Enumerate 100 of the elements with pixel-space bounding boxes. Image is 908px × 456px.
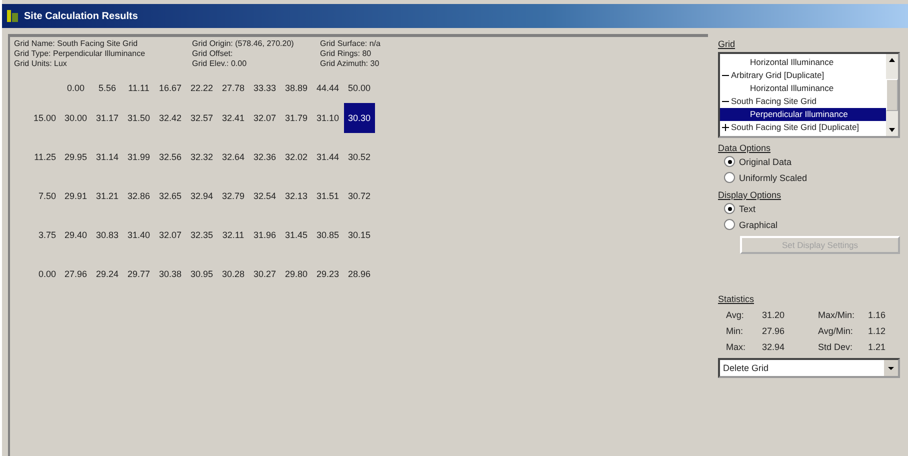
grid-value-cell[interactable]: 30.27 <box>249 258 280 288</box>
grid-value-cell[interactable]: 29.77 <box>123 258 154 288</box>
grid-value-cell[interactable]: 27.96 <box>60 258 92 288</box>
grid-value-cell[interactable]: 32.54 <box>249 180 280 210</box>
grid-info-text: Grid Azimuth: 30 <box>320 59 380 68</box>
radio-button[interactable] <box>724 156 735 167</box>
x-coordinate-label: 16.67 <box>158 82 183 95</box>
y-coordinate-label: 3.75 <box>37 230 57 240</box>
x-coordinate-label: 33.33 <box>252 82 278 95</box>
grid-value-cell[interactable]: 30.83 <box>92 220 123 250</box>
grid-value-cell[interactable]: 29.91 <box>60 180 92 210</box>
statistic-label: Max/Min: <box>818 310 856 320</box>
grid-value-cell[interactable]: 32.07 <box>154 220 186 250</box>
statistic-label: Avg/Min: <box>818 326 854 336</box>
statistic-label: Max: <box>726 342 747 352</box>
grid-value-cell[interactable]: 29.80 <box>280 258 312 288</box>
radio-button[interactable] <box>724 172 735 183</box>
radio-option[interactable]: Uniformly Scaled <box>724 172 808 183</box>
statistic-value: 27.96 <box>762 326 786 336</box>
grid-value-cell[interactable]: 31.79 <box>280 102 312 132</box>
x-coordinate-label: 44.44 <box>315 82 340 95</box>
grid-value-cell[interactable]: 29.23 <box>312 258 344 288</box>
grid-value-cell[interactable]: 29.40 <box>60 220 92 250</box>
grid-value-cell[interactable]: 32.35 <box>186 220 218 250</box>
grid-info-text: Grid Type: Perpendicular Illuminance <box>14 49 146 58</box>
y-coordinate-label: 11.25 <box>33 152 57 162</box>
grid-value-cell[interactable]: 31.96 <box>249 220 280 250</box>
grid-value-cell[interactable]: 32.94 <box>186 180 218 210</box>
radio-option[interactable]: Original Data <box>724 156 792 167</box>
grid-value-cell[interactable]: 29.95 <box>60 142 92 172</box>
x-coordinate-label: 11.11 <box>127 82 150 95</box>
statistic-label: Avg: <box>726 310 745 320</box>
grid-value-cell[interactable]: 28.96 <box>344 258 375 288</box>
grid-info-text: Grid Name: South Facing Site Grid <box>14 39 139 48</box>
statistic-value: 1.21 <box>868 342 887 352</box>
grid-value-cell[interactable]: 32.79 <box>218 180 249 210</box>
grid-value-cell[interactable]: 30.85 <box>312 220 344 250</box>
grid-value-cell[interactable]: 31.14 <box>92 142 123 172</box>
grid-info-text: Grid Units: Lux <box>14 59 68 68</box>
radio-button[interactable] <box>724 203 735 214</box>
action-dropdown[interactable]: Delete Grid <box>718 358 900 378</box>
section-label: Display Options <box>718 190 782 200</box>
tree-item[interactable]: Horizontal Illuminance <box>720 56 886 69</box>
grid-value-cell[interactable]: 32.07 <box>249 102 280 132</box>
grid-value-cell[interactable]: 32.02 <box>280 142 312 172</box>
grid-value-cell[interactable]: 32.13 <box>280 180 312 210</box>
grid-value-cell[interactable]: 31.17 <box>92 102 123 132</box>
grid-value-cell[interactable]: 30.00 <box>60 102 92 132</box>
grid-value-cell[interactable]: 32.36 <box>249 142 280 172</box>
scrollbar[interactable] <box>886 54 898 136</box>
grid-value-cell[interactable]: 31.40 <box>123 220 154 250</box>
radio-option[interactable]: Graphical <box>724 219 778 230</box>
grid-value-cell[interactable]: 29.24 <box>92 258 123 288</box>
x-coordinate-label: 5.56 <box>97 82 118 95</box>
y-coordinate-label: 15.00 <box>32 112 57 122</box>
grid-value-cell[interactable]: 30.72 <box>344 180 375 210</box>
grid-value-cell[interactable]: 31.21 <box>92 180 123 210</box>
radio-option[interactable]: Text <box>724 203 756 214</box>
x-coordinate-label: 22.22 <box>189 82 214 95</box>
y-coordinate-label: 0.00 <box>37 268 57 278</box>
grid-value-cell[interactable]: 32.56 <box>154 142 186 172</box>
grid-value-cell[interactable]: 32.41 <box>218 102 249 132</box>
statistic-value: 32.94 <box>762 342 786 352</box>
grid-value-cell[interactable]: 30.28 <box>218 258 249 288</box>
x-coordinate-label: 0.00 <box>66 82 86 95</box>
grid-value-cell[interactable]: 31.51 <box>312 180 344 210</box>
grid-value-cell[interactable]: 30.52 <box>344 142 375 172</box>
grid-value-cell[interactable]: 30.38 <box>154 258 186 288</box>
grid-info-text: Grid Elev.: 0.00 <box>192 59 248 68</box>
grid-value-cell[interactable]: 30.30 <box>344 102 375 132</box>
grid-value-cell[interactable]: 30.15 <box>344 220 375 250</box>
tree-item[interactable]: Horizontal Illuminance <box>720 82 886 95</box>
grid-value-cell[interactable]: 31.10 <box>312 102 344 132</box>
grid-value-cell[interactable]: 31.50 <box>123 102 154 132</box>
tree-item[interactable]: South Facing Site Grid <box>720 95 886 108</box>
grid-value-cell[interactable]: 32.42 <box>154 102 186 132</box>
tree-item[interactable]: Perpendicular Illuminance <box>720 108 886 121</box>
grid-info-text: Grid Rings: 80 <box>320 49 372 58</box>
grid-value-cell[interactable]: 32.64 <box>218 142 249 172</box>
grid-value-cell[interactable]: 32.32 <box>186 142 218 172</box>
tree-item[interactable]: Arbitrary Grid [Duplicate] <box>720 69 886 82</box>
x-coordinate-label: 38.89 <box>284 82 309 95</box>
statistic-value: 1.12 <box>868 326 887 336</box>
grid-info-text: Grid Surface: n/a <box>320 39 382 48</box>
grid-value-cell[interactable]: 31.45 <box>280 220 312 250</box>
grid-value-cell[interactable]: 30.95 <box>186 258 218 288</box>
grid-info-text: Grid Origin: (578.46, 270.20) <box>192 39 295 48</box>
grid-value-cell[interactable]: 31.44 <box>312 142 344 172</box>
grid-info-text: Grid Offset: <box>192 49 234 58</box>
grid-value-cell[interactable]: 32.86 <box>123 180 154 210</box>
grid-value-cell[interactable]: 31.99 <box>123 142 154 172</box>
y-coordinate-label: 7.50 <box>37 190 57 200</box>
grid-value-cell[interactable]: 32.57 <box>186 102 218 132</box>
radio-button[interactable] <box>724 219 735 230</box>
grid-value-cell[interactable]: 32.65 <box>154 180 186 210</box>
grid-value-cell[interactable]: 32.11 <box>218 220 249 250</box>
tree-item[interactable]: South Facing Site Grid [Duplicate] <box>720 121 886 134</box>
x-coordinate-label: 27.78 <box>220 82 246 95</box>
statistic-value: 31.20 <box>762 310 786 320</box>
statistic-label: Min: <box>726 326 744 336</box>
